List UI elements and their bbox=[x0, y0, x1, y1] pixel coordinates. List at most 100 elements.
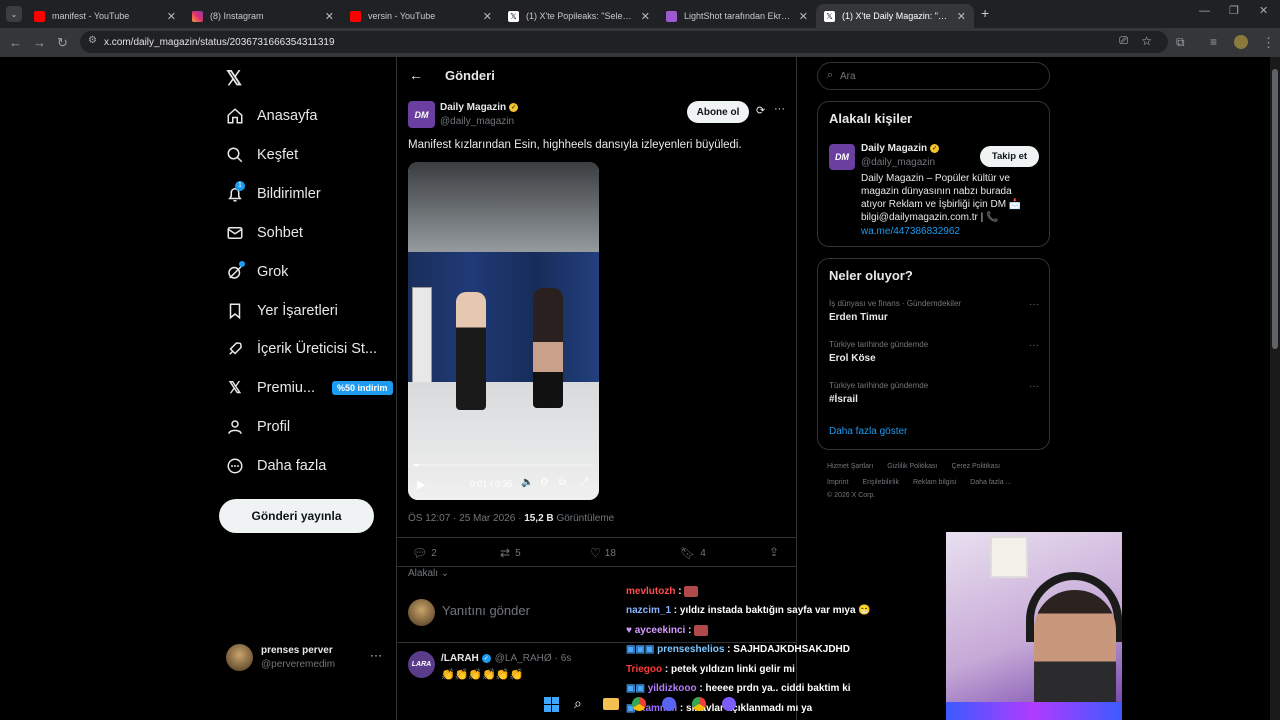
back-arrow-icon[interactable]: ← bbox=[9, 35, 22, 50]
back-arrow-icon[interactable]: ← bbox=[409, 67, 423, 83]
volume-icon[interactable]: 🔈 bbox=[521, 477, 533, 488]
install-app-icon[interactable]: ⎚ bbox=[1119, 35, 1128, 48]
page-scrollbar[interactable] bbox=[1270, 57, 1280, 720]
nav-item-chat[interactable]: Sohbet bbox=[226, 216, 303, 250]
author-name[interactable]: Daily Magazin bbox=[440, 102, 506, 113]
browser-tab[interactable]: versin - YouTube ✕ bbox=[342, 4, 500, 28]
taskbar-app-icon[interactable] bbox=[722, 697, 736, 711]
person-icon bbox=[226, 418, 244, 436]
browser-tab-active[interactable]: 𝕏 (1) X'te Daily Magazin: "Manife ✕ bbox=[816, 4, 974, 28]
bookmark-icon bbox=[226, 302, 244, 320]
close-icon[interactable]: ✕ bbox=[799, 10, 808, 23]
window-close-button[interactable]: ✕ bbox=[1259, 4, 1268, 17]
repost-button[interactable]: ⇄ 5 bbox=[500, 546, 521, 560]
chrome-icon[interactable] bbox=[632, 697, 646, 711]
nav-item-more[interactable]: Daha fazla bbox=[226, 449, 326, 483]
share-icon[interactable]: ⇪ bbox=[769, 545, 779, 559]
address-bar[interactable]: ⚙ x.com/daily_magazin/status/20367316663… bbox=[80, 31, 1168, 53]
subscribe-button[interactable]: Abone ol bbox=[687, 101, 749, 123]
account-switcher[interactable]: prenses perver @perveremedim ··· bbox=[226, 642, 386, 674]
reply-author-handle: @LA_RAHØ bbox=[494, 653, 552, 664]
nav-item-creator-studio[interactable]: İçerik Üreticisi St... bbox=[226, 332, 377, 366]
profile-avatar[interactable] bbox=[1234, 35, 1248, 49]
nav-item-profile[interactable]: Profil bbox=[226, 410, 290, 444]
footer-link[interactable]: Erişilebilirlik bbox=[862, 479, 899, 486]
taskbar-app-icon[interactable] bbox=[692, 697, 706, 711]
browser-tab[interactable]: LightShot tarafından Ekran Gör ✕ bbox=[658, 4, 816, 28]
verified-badge-icon: ✓ bbox=[481, 654, 491, 663]
reload-icon[interactable]: ↻ bbox=[57, 35, 68, 51]
new-tab-button[interactable]: + bbox=[981, 5, 989, 21]
more-dots-icon[interactable]: ··· bbox=[1029, 299, 1039, 310]
file-explorer-icon[interactable] bbox=[603, 698, 619, 710]
more-dots-icon[interactable]: ··· bbox=[1029, 340, 1039, 351]
trend-item[interactable]: İş dünyası ve finans · Gündemdekiler Erd… bbox=[829, 299, 1039, 323]
more-dots-icon[interactable]: ··· bbox=[774, 103, 785, 115]
forward-arrow-icon[interactable]: → bbox=[33, 35, 46, 50]
tab-list-dropdown[interactable]: ⌄ bbox=[6, 6, 22, 22]
bookmark-star-icon[interactable]: ☆ bbox=[1141, 34, 1152, 48]
trend-item[interactable]: Türkiye tarihinde gündemde #İsrail ··· bbox=[829, 381, 1039, 405]
footer-link[interactable]: Gizlilik Politikası bbox=[887, 463, 937, 470]
verified-badge-icon: ✓ bbox=[509, 103, 519, 112]
verified-badge-icon: ✓ bbox=[930, 144, 940, 153]
nav-item-premium[interactable]: 𝕏 Premiu... %50 indirim bbox=[226, 371, 393, 405]
minimize-button[interactable]: — bbox=[1199, 5, 1210, 17]
reply-avatar[interactable]: LARA bbox=[408, 651, 435, 678]
nav-item-grok[interactable]: Grok bbox=[226, 255, 288, 289]
browser-tab[interactable]: manifest - YouTube ✕ bbox=[26, 4, 184, 28]
footer-link[interactable]: Reklam bilgisi bbox=[913, 479, 956, 486]
nav-item-explore[interactable]: Keşfet bbox=[226, 138, 298, 172]
browser-tab[interactable]: 𝕏 (1) X'te Popileaks: "Selena Gom ✕ bbox=[500, 4, 658, 28]
footer-link[interactable]: Daha fazla ... bbox=[970, 479, 1011, 486]
close-icon[interactable]: ✕ bbox=[957, 10, 966, 23]
footer-link[interactable]: Hizmet Şartları bbox=[827, 463, 873, 470]
browser-tab[interactable]: (8) Instagram ✕ bbox=[184, 4, 342, 28]
extensions-icon[interactable]: ⧉ bbox=[1176, 35, 1185, 50]
close-icon[interactable]: ✕ bbox=[167, 10, 176, 23]
nav-item-bookmarks[interactable]: Yer İşaretleri bbox=[226, 294, 338, 328]
windows-start-icon[interactable] bbox=[544, 697, 559, 712]
picture-in-picture-icon[interactable]: ⧉ bbox=[559, 477, 566, 488]
more-dots-icon[interactable]: ··· bbox=[1029, 381, 1039, 392]
taskbar-app-icon[interactable] bbox=[662, 697, 676, 711]
fullscreen-icon[interactable]: ⤢ bbox=[580, 477, 588, 488]
more-dots-icon[interactable]: ··· bbox=[370, 648, 382, 662]
related-avatar[interactable]: DM bbox=[829, 144, 855, 170]
follow-button[interactable]: Takip et bbox=[980, 146, 1039, 167]
taskbar-search-icon[interactable]: ⌕ bbox=[574, 695, 582, 712]
footer-link[interactable]: Çerez Politikası bbox=[951, 463, 1000, 470]
video-progress-bar[interactable] bbox=[414, 464, 593, 466]
play-icon[interactable]: ▶ bbox=[417, 478, 425, 491]
show-more-link[interactable]: Daha fazla göster bbox=[829, 426, 907, 437]
nav-item-notifications[interactable]: 1 Bildirimler bbox=[226, 177, 321, 211]
bookmark-button[interactable]: 🔖︎ 4 bbox=[680, 546, 706, 560]
footer-link[interactable]: Imprint bbox=[827, 479, 848, 486]
post-timestamp[interactable]: ÖS 12:07 · 25 Mar 2026 · bbox=[408, 513, 521, 524]
related-name[interactable]: Daily Magazin bbox=[861, 143, 927, 154]
reply-button[interactable]: 💬︎ 2 bbox=[412, 546, 437, 560]
like-button[interactable]: ♡ 18 bbox=[590, 546, 616, 560]
media-control-icon[interactable]: ≡ bbox=[1210, 35, 1217, 49]
related-link[interactable]: wa.me/447386832962 bbox=[861, 226, 960, 237]
close-icon[interactable]: ✕ bbox=[325, 10, 334, 23]
close-icon[interactable]: ✕ bbox=[483, 10, 492, 23]
settings-icon[interactable]: ⚙ bbox=[540, 477, 549, 488]
related-handle: @daily_magazin bbox=[861, 157, 936, 168]
search-box[interactable]: ⌕ Ara bbox=[817, 62, 1050, 90]
trend-item[interactable]: Türkiye tarihinde gündemde Erol Köse ··· bbox=[829, 340, 1039, 364]
reply-input[interactable]: Yanıtını gönder bbox=[442, 603, 530, 618]
relevance-dropdown[interactable]: Alakalı ⌄ bbox=[408, 568, 449, 579]
x-logo[interactable]: 𝕏 bbox=[226, 66, 242, 91]
site-info-icon[interactable]: ⚙ bbox=[88, 35, 97, 46]
reply-author-name[interactable]: /LARAH bbox=[441, 653, 479, 664]
author-avatar[interactable]: DM bbox=[408, 101, 435, 128]
browser-menu-icon[interactable]: ⋮ bbox=[1262, 35, 1275, 51]
close-icon[interactable]: ✕ bbox=[641, 10, 650, 23]
grok-explain-icon[interactable]: ⟳ bbox=[756, 104, 765, 117]
nav-item-home[interactable]: Anasayfa bbox=[226, 99, 317, 133]
restore-button[interactable]: ❐ bbox=[1229, 4, 1239, 17]
search-icon bbox=[226, 146, 244, 164]
compose-post-button[interactable]: Gönderi yayınla bbox=[219, 499, 374, 533]
video-player[interactable]: ▶ 0:01 / 0:35 🔈 ⚙ ⧉ ⤢ bbox=[408, 162, 599, 500]
